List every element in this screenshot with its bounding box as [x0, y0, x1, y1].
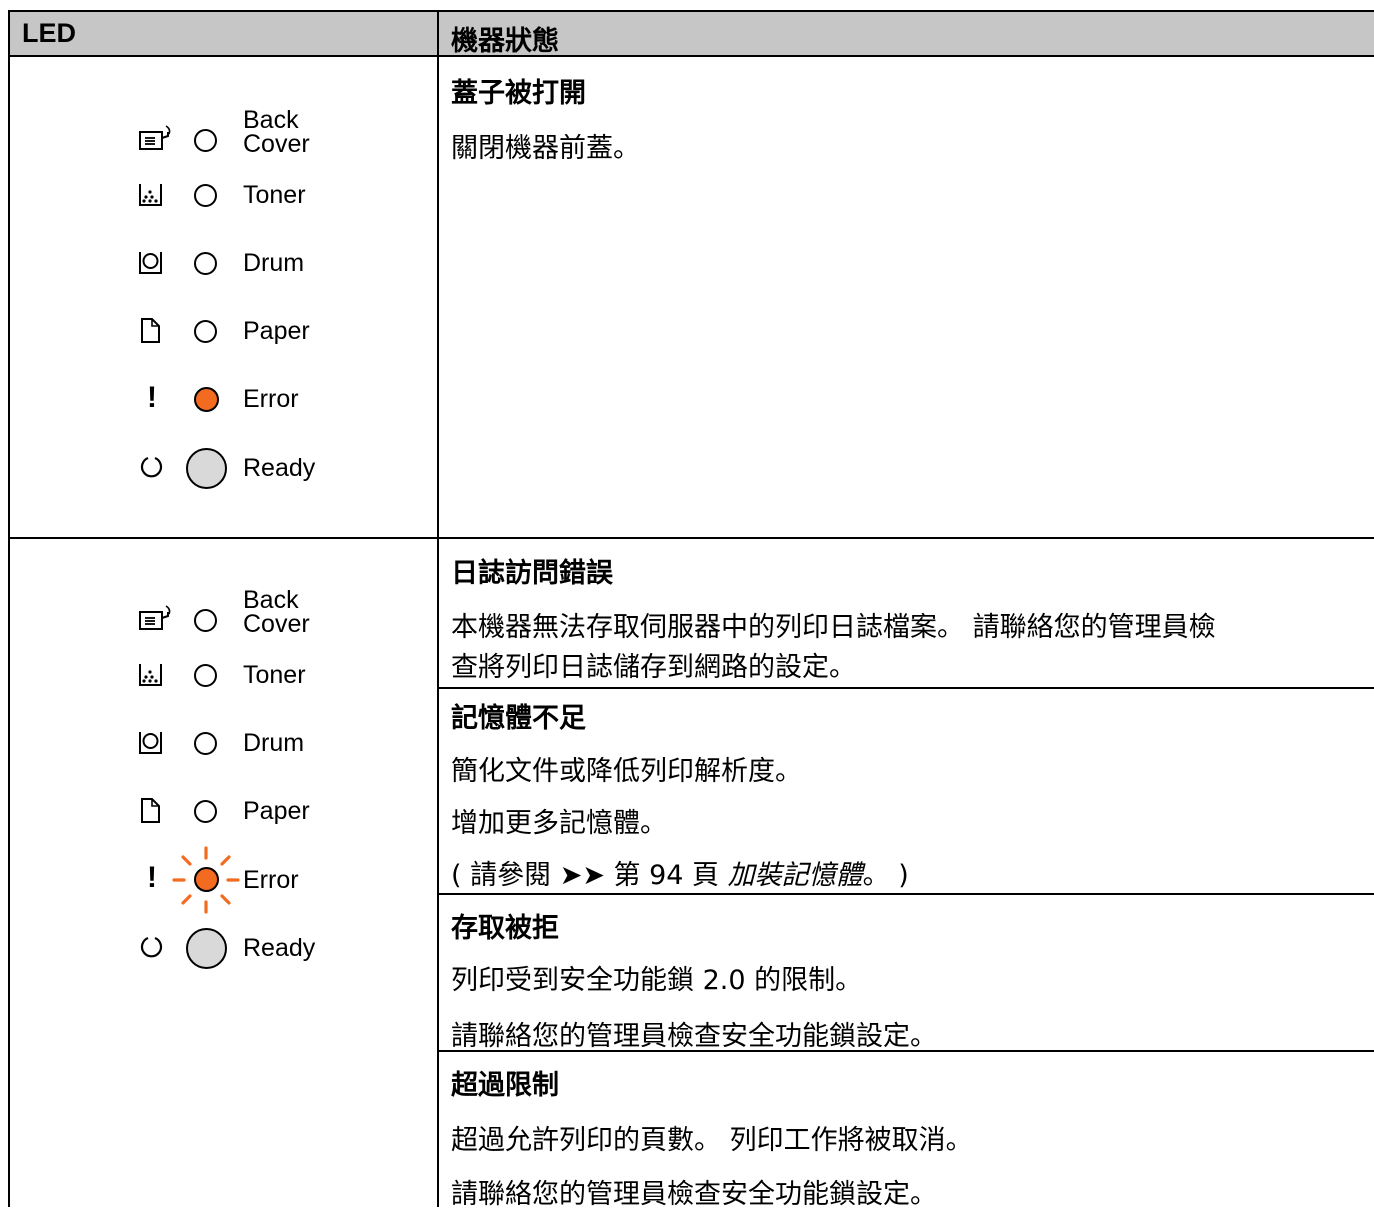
status-text: 增加更多記憶體。: [451, 808, 667, 839]
toner-label: Toner: [243, 181, 306, 209]
led-row-back-cover: Back Cover: [130, 588, 390, 640]
status-divider: [437, 893, 1374, 895]
status-text: 簡化文件或降低列印解析度。: [451, 756, 802, 787]
led-panel-error-blinking: Back Cover Toner Drum Paper ! Error Read…: [130, 580, 390, 980]
led-row-ready: Ready: [130, 927, 390, 969]
led-row-paper: Paper: [130, 791, 390, 831]
error-icon: !: [147, 381, 157, 414]
ready-label: Ready: [243, 454, 316, 482]
led-row-toner: Toner: [130, 655, 390, 695]
ready-label: Ready: [243, 934, 316, 962]
status-text: 列印受到安全功能鎖 2.0 的限制。: [451, 965, 863, 996]
status-text: 請聯絡您的管理員檢查安全功能鎖設定。: [451, 1021, 937, 1052]
back-cover-label: Back Cover: [243, 106, 310, 158]
led-row-error: ! Error: [130, 379, 390, 419]
paper-led: [194, 800, 217, 823]
paper-icon: [141, 318, 160, 343]
reference-link[interactable]: 加裝記憶體: [728, 860, 863, 891]
led-row-ready: Ready: [130, 447, 390, 489]
back-cover-icon: [139, 125, 171, 150]
power-icon: [140, 936, 163, 958]
header-led: LED: [22, 18, 76, 48]
table-header: LED 機器狀態: [8, 10, 1374, 57]
led-row-paper: Paper: [130, 311, 390, 351]
toner-label: Toner: [243, 661, 306, 689]
drum-led: [194, 252, 217, 275]
status-title-access-denied: 存取被拒: [451, 913, 559, 944]
led-row-drum: Drum: [130, 723, 390, 763]
status-text: 關閉機器前蓋。: [451, 133, 640, 164]
status-title-limit-exceeded: 超過限制: [451, 1070, 559, 1101]
status-divider: [437, 687, 1374, 689]
status-title-cover-open: 蓋子被打開: [451, 78, 586, 109]
drum-icon: [139, 252, 162, 274]
status-text: 請聯絡您的管理員檢查安全功能鎖設定。: [451, 1179, 937, 1210]
status-text: 超過允許列印的頁數。 列印工作將被取消。: [451, 1125, 973, 1156]
back-cover-label: Back Cover: [243, 586, 310, 638]
error-led-on: [194, 387, 219, 412]
back-cover-led: [194, 609, 217, 632]
status-text: 查將列印日誌儲存到網路的設定。: [451, 652, 856, 683]
paper-led: [194, 320, 217, 343]
error-led-blinking: [194, 867, 219, 892]
paper-icon: [141, 798, 160, 823]
row-divider: [8, 537, 1374, 539]
status-text: 本機器無法存取伺服器中的列印日誌檔案。 請聯絡您的管理員檢: [451, 612, 1216, 643]
drum-label: Drum: [243, 729, 305, 757]
led-panel-cover-open: Back Cover Toner Drum Paper ! Error Read…: [130, 100, 390, 500]
reference-prefix: ( 請參閱 ➤➤ 第 94 頁: [451, 860, 728, 891]
toner-icon: [139, 664, 162, 686]
memory-reference: ( 請參閱 ➤➤ 第 94 頁 加裝記憶體。 ): [451, 853, 909, 892]
error-label: Error: [243, 385, 299, 413]
error-icon: !: [147, 861, 157, 894]
paper-label: Paper: [243, 797, 310, 825]
led-row-back-cover: Back Cover: [130, 108, 390, 160]
ready-led: [186, 448, 227, 489]
left-border: [8, 10, 10, 1207]
column-divider: [437, 10, 439, 1207]
led-row-toner: Toner: [130, 175, 390, 215]
led-row-error: ! Error: [130, 846, 390, 914]
toner-icon: [139, 184, 162, 206]
drum-label: Drum: [243, 249, 305, 277]
ready-led: [186, 928, 227, 969]
status-title-memory: 記憶體不足: [451, 703, 586, 734]
paper-label: Paper: [243, 317, 310, 345]
header-machine-status: 機器狀態: [451, 26, 559, 57]
toner-led: [194, 664, 217, 687]
back-cover-icon: [139, 605, 171, 630]
reference-suffix: 。 ): [862, 860, 909, 891]
led-row-drum: Drum: [130, 243, 390, 283]
power-icon: [140, 456, 163, 478]
error-label: Error: [243, 866, 299, 894]
drum-icon: [139, 732, 162, 754]
back-cover-led: [194, 129, 217, 152]
drum-led: [194, 732, 217, 755]
status-title-log-error: 日誌訪問錯誤: [451, 558, 613, 589]
toner-led: [194, 184, 217, 207]
